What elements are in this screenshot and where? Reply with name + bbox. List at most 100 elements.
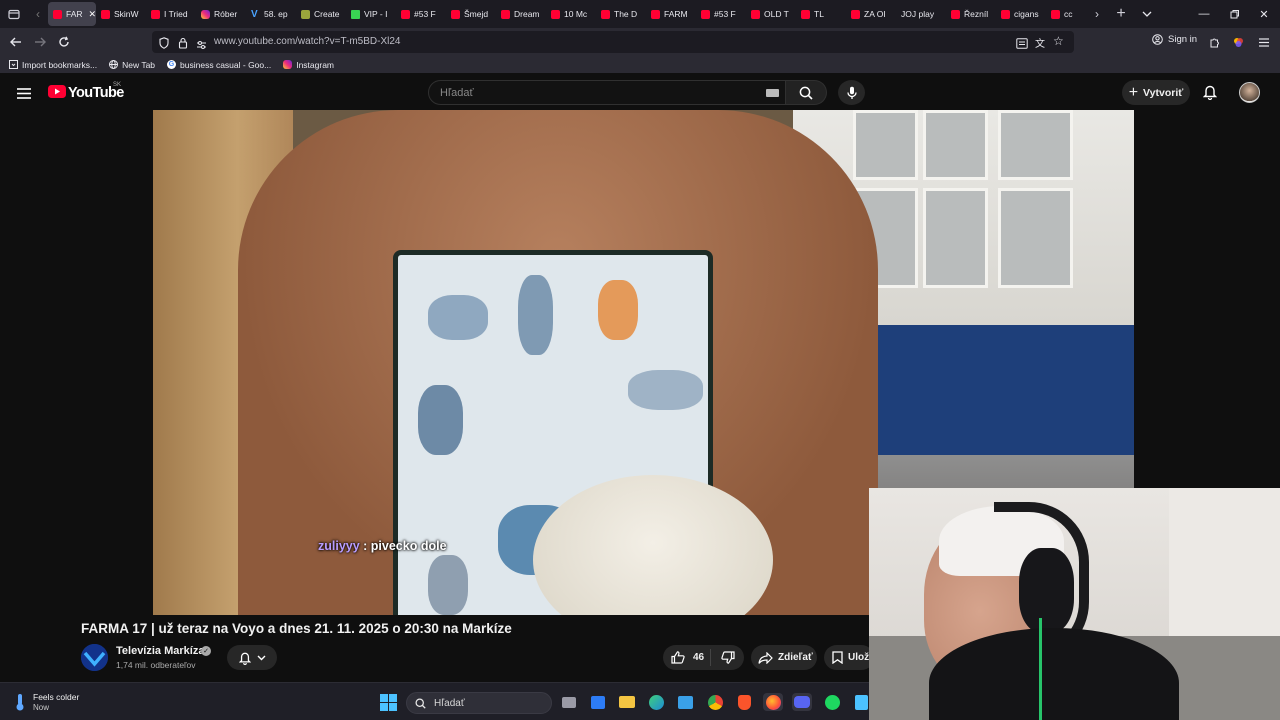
voice-search-button[interactable] [838,80,865,105]
discord-icon[interactable] [792,693,812,711]
avatar[interactable] [1239,82,1260,103]
bell-icon [238,652,251,665]
browser-tab[interactable]: SkinW [96,2,146,26]
browser-tab[interactable]: #53 F [696,2,746,26]
shield-icon[interactable] [159,36,169,54]
photos-icon[interactable] [675,693,695,711]
spotify-icon[interactable] [822,693,842,711]
browser-tab[interactable]: JOJ play [896,2,946,26]
forward-icon[interactable] [29,32,51,52]
new-tab-icon[interactable]: + [1108,0,1134,28]
browser-tab[interactable]: V 58. ep [246,2,296,26]
permissions-icon[interactable] [196,37,207,55]
task-view-icon[interactable] [559,693,579,711]
browser-tab[interactable]: Řezníl [946,2,996,26]
share-arrow-icon [758,651,773,664]
chat-message-overlay: zuliyyy : pivecko dole [318,539,447,553]
search-icon [415,697,426,709]
youtube-icon [651,9,660,19]
save-button[interactable]: Ulož [824,645,874,670]
guide-menu-icon[interactable] [17,86,31,104]
browser-tab[interactable]: VIP - I [346,2,396,26]
create-button[interactable]: + Vytvoriť [1122,80,1190,105]
address-bar[interactable]: www.youtube.com/watch?v=T-m5BD-Xl24 文 ☆ [152,31,1074,53]
bookmark-google-search[interactable]: G business casual - Goo... [167,60,271,70]
bookmark-new-tab[interactable]: New Tab [109,60,155,70]
browser-tab[interactable]: I Tried [146,2,196,26]
firefox-icon[interactable] [763,693,783,711]
file-explorer-icon[interactable] [617,693,637,711]
youtube-icon [951,9,960,19]
browser-tab[interactable]: #53 F [396,2,446,26]
video-title: FARMA 17 | už teraz na Voyo a dnes 21. 1… [81,621,512,636]
extensions-icon[interactable] [1203,32,1225,52]
browser-tab[interactable]: 10 Mc [546,2,596,26]
browser-tab[interactable]: Šmejd [446,2,496,26]
bookmark-instagram[interactable]: Instagram [283,60,334,70]
verified-icon: ✓ [201,646,211,656]
bookmark-import[interactable]: Import bookmarks... [9,60,97,70]
brave-icon[interactable] [734,693,754,711]
browser-tab[interactable]: FARM [646,2,696,26]
youtube-icon [1001,9,1010,19]
channel-avatar[interactable] [81,644,108,671]
chat-message-text: : pivecko dole [359,539,447,553]
close-window-icon[interactable]: ✕ [1248,0,1280,28]
keyboard-icon[interactable] [766,89,779,97]
tab-label: Šmejd [464,9,489,19]
browser-tab[interactable]: The D [596,2,646,26]
tab-scroll-left-icon[interactable]: ‹ [28,0,48,28]
tab-list-dropdown-icon[interactable] [1134,0,1160,28]
dislike-button[interactable] [711,651,744,664]
tab-overview-icon[interactable] [0,0,28,28]
browser-tab[interactable]: FAR ✕ [48,2,96,26]
close-tab-icon[interactable]: ✕ [89,9,96,20]
tab-scroll-right-icon[interactable]: › [1088,0,1106,28]
browser-tab[interactable]: TL [796,2,846,26]
streamer-webcam [869,488,1280,720]
taskbar-search[interactable]: Hľadať [406,692,552,714]
like-button[interactable]: 46 [663,649,711,666]
browser-tab[interactable]: OLD T [746,2,796,26]
tab-label: SkinW [114,9,139,19]
browser-tab[interactable]: ZA OI [846,2,896,26]
search-input[interactable]: Hľadať [428,80,786,105]
translate-icon[interactable]: 文 [1035,35,1045,50]
google-icon: G [167,60,177,69]
chrome-icon[interactable] [705,693,725,711]
thermometer-icon[interactable] [14,693,26,711]
browser-tab[interactable]: Dream [496,2,546,26]
weather-subtitle[interactable]: Now [33,703,49,712]
notifications-bell-icon[interactable] [1202,84,1218,105]
lock-icon[interactable] [178,36,188,54]
search-button[interactable] [786,80,827,105]
youtube-logo-icon[interactable] [48,85,66,103]
store-icon[interactable] [588,693,608,711]
youtube-icon [101,9,110,19]
colorful-extension-icon[interactable] [1227,32,1249,52]
bookmark-star-icon[interactable]: ☆ [1053,34,1064,48]
url-text[interactable]: www.youtube.com/watch?v=T-m5BD-Xl24 [214,36,400,47]
share-button[interactable]: Zdieľať [751,645,817,670]
browser-tab[interactable]: cigans [996,2,1046,26]
channel-name[interactable]: Televízia Markíza [116,645,204,657]
notepad-icon[interactable] [851,693,871,711]
bookmark-label: Instagram [296,59,335,70]
browser-tab[interactable]: Create [296,2,346,26]
minimize-icon[interactable]: — [1188,0,1220,28]
reader-view-icon[interactable] [1016,36,1028,54]
browser-tab[interactable]: Róber [196,2,246,26]
sign-in-button[interactable]: Sign in [1152,34,1197,45]
maximize-icon[interactable] [1218,0,1250,28]
windows-start-icon[interactable] [380,694,397,711]
tab-label: FAR [66,9,83,19]
back-icon[interactable] [5,32,27,52]
thumbs-down-icon [720,651,735,664]
reload-icon[interactable] [53,32,75,52]
weather-title[interactable]: Feels colder [33,692,79,702]
tab-label: ZA OI [864,9,886,19]
edge-icon[interactable] [646,693,666,711]
subscription-bell-button[interactable] [227,645,277,670]
app-menu-icon[interactable] [1253,32,1275,52]
create-label: Vytvoriť [1143,86,1184,99]
